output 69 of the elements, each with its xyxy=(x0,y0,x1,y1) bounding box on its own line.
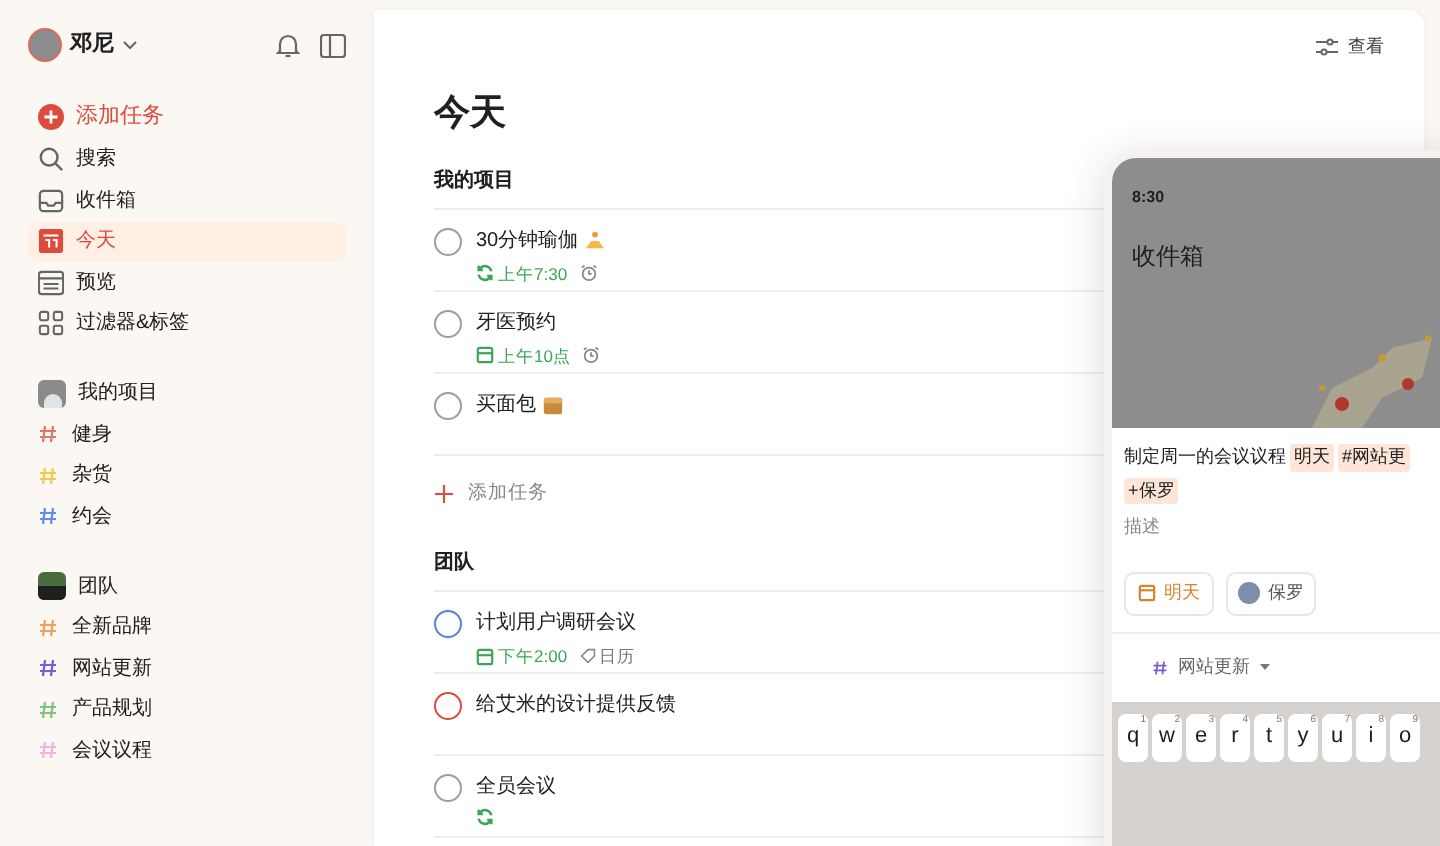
calendar-icon xyxy=(476,346,494,365)
inbox-icon xyxy=(38,187,64,214)
team-logo-icon xyxy=(38,572,66,600)
user-menu[interactable]: 邓尼 xyxy=(28,28,138,62)
plus-icon xyxy=(38,103,64,130)
project-item[interactable]: 网站更新 xyxy=(28,648,346,689)
sidebar-item[interactable]: 预览 xyxy=(28,262,346,303)
plus-icon xyxy=(434,483,454,504)
project-item[interactable]: 杂货 xyxy=(28,455,346,496)
calendar-icon xyxy=(476,647,494,666)
task-input-text: 制定周一的会议议程 xyxy=(1124,444,1286,470)
token-chip: +保罗 xyxy=(1124,477,1179,504)
calendar-icon xyxy=(38,228,64,255)
due-date: 上午10点 xyxy=(498,343,571,369)
task-title: 30分钟瑜伽 xyxy=(476,227,579,255)
task-checkbox[interactable] xyxy=(434,773,462,802)
description-field[interactable]: 描述 xyxy=(1124,512,1440,540)
add-task-button[interactable]: 添加任务 xyxy=(434,469,548,508)
project-selector[interactable]: 网站更新 xyxy=(1152,653,1270,681)
avatar-icon xyxy=(1238,582,1260,605)
page-title: 今天 xyxy=(434,89,508,135)
task-title: 买面包 xyxy=(476,391,536,419)
task-title: 全员会议 xyxy=(476,773,556,802)
task-checkbox[interactable] xyxy=(434,227,462,255)
sidebar-item[interactable]: 搜索 xyxy=(28,139,346,180)
avatar-icon xyxy=(38,379,66,407)
due-date: 上午7:30 xyxy=(498,261,568,287)
project-item[interactable]: 健身 xyxy=(28,414,346,455)
add-task-button[interactable]: 添加任务 xyxy=(28,94,346,139)
phone-title: 收件箱 xyxy=(1132,240,1206,274)
grid-icon xyxy=(38,310,64,337)
task-checkbox[interactable] xyxy=(434,609,462,638)
bell-icon[interactable] xyxy=(276,32,300,58)
task-title: 牙医预约 xyxy=(476,309,556,337)
token-chip: 明天 xyxy=(1290,444,1334,471)
calendar-icon xyxy=(38,269,64,296)
caret-icon xyxy=(1260,664,1270,670)
project-item[interactable]: 约会 xyxy=(28,496,346,537)
project-item[interactable]: 产品规划 xyxy=(28,689,346,730)
view-button[interactable]: 查看 xyxy=(1316,34,1384,61)
chevron-down-icon xyxy=(122,40,138,50)
sidebar-item[interactable]: 收件箱 xyxy=(28,180,346,221)
assignee-button[interactable]: 保罗 xyxy=(1226,572,1316,615)
avatar-icon xyxy=(28,28,62,62)
task-checkbox[interactable] xyxy=(434,691,462,720)
search-icon xyxy=(38,146,64,173)
task-title: 给艾米的设计提供反馈 xyxy=(476,691,676,720)
sidebar-group-header[interactable]: 团队 xyxy=(28,565,346,607)
task-checkbox[interactable] xyxy=(434,309,462,337)
due-date: 下午2:00 xyxy=(498,643,568,669)
status-time: 8:30 xyxy=(1132,186,1167,210)
token-chip: #网站更 xyxy=(1338,444,1411,471)
task-checkbox[interactable] xyxy=(434,391,462,419)
sidebar-item[interactable]: 过滤器&标签 xyxy=(28,303,346,344)
hash-icon xyxy=(1152,659,1168,675)
repeat-icon xyxy=(476,807,494,826)
sidebar-item[interactable]: 今天 xyxy=(28,221,346,262)
sidebar-toggle-icon[interactable] xyxy=(320,33,346,57)
sidebar-group-header[interactable]: 我的项目 xyxy=(28,372,346,414)
sliders-icon xyxy=(1316,38,1338,57)
meditating-person-icon xyxy=(584,229,607,251)
repeat-icon xyxy=(476,264,494,283)
project-item[interactable]: 会议议程 xyxy=(28,730,346,771)
task-label: 日历 xyxy=(599,643,636,669)
tag-icon xyxy=(579,648,596,665)
calendar-icon xyxy=(1138,584,1156,603)
task-title: 计划用户调研会议 xyxy=(476,609,636,638)
box-icon xyxy=(542,393,564,415)
project-item[interactable]: 全新品牌 xyxy=(28,607,346,648)
